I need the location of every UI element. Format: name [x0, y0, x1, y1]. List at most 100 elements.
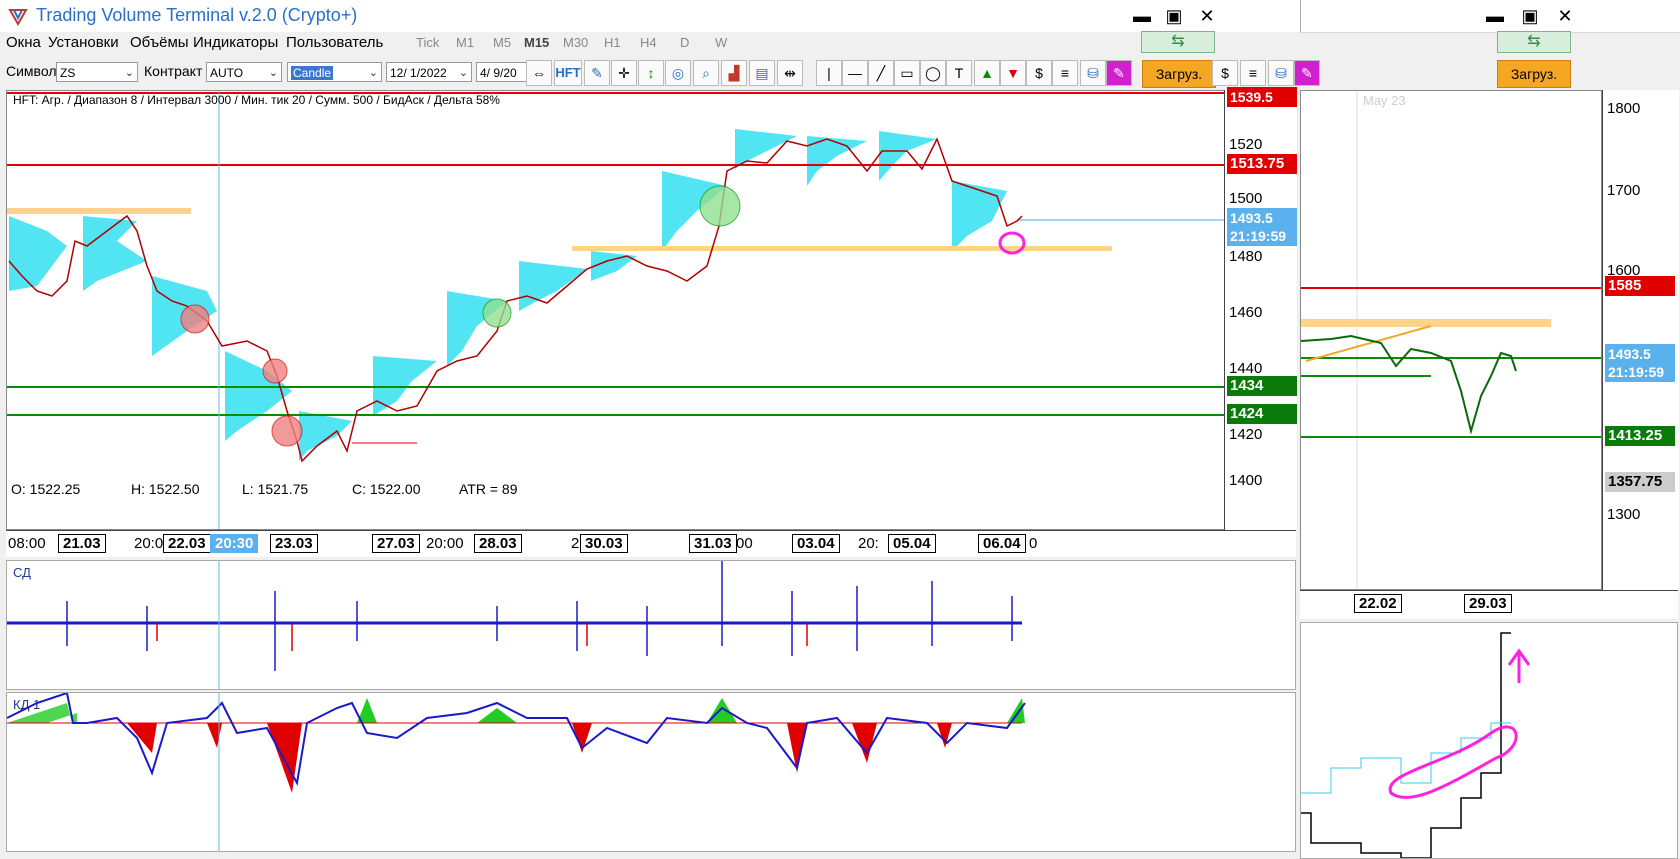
sync-button[interactable]: ⇆: [1141, 31, 1215, 53]
kd-canvas: [7, 693, 1026, 851]
price-badge-green1: 1434: [1227, 376, 1297, 396]
date-from-picker[interactable]: 12/ 1/2022 ⌄: [386, 62, 472, 82]
ellipse-icon[interactable]: ◯: [920, 60, 946, 86]
date-box: 06.04: [978, 534, 1026, 553]
text-icon[interactable]: T: [946, 60, 972, 86]
title-bar: Trading Volume Terminal v.2.0 (Crypto+) …: [0, 0, 1300, 33]
horizontal-line-icon[interactable]: —: [842, 60, 868, 86]
menu-windows[interactable]: Окна: [6, 34, 41, 51]
price-tick: 1480: [1229, 248, 1263, 265]
maximize-button[interactable]: ▣: [1160, 4, 1188, 28]
paint-icon[interactable]: ⛁: [1080, 60, 1106, 86]
scroll-icon[interactable]: ⇔: [526, 60, 552, 86]
contract-select[interactable]: AUTO ⌄: [206, 62, 282, 82]
right-sync-icon: ⇆: [1527, 33, 1541, 50]
price-tick: 1520: [1229, 136, 1263, 153]
right-maximize-button[interactable]: ▣: [1516, 4, 1544, 28]
rectangle-icon[interactable]: ▭: [894, 60, 920, 86]
right-price-tick: 1700: [1607, 182, 1641, 199]
volume-profiles: [9, 129, 1007, 461]
chevron-down-icon: ⌄: [268, 67, 278, 79]
hft-button[interactable]: HFT: [554, 60, 582, 86]
right-sync-button[interactable]: ⇆: [1497, 31, 1571, 53]
load-button[interactable]: Загруз.: [1142, 60, 1216, 88]
time-label: 2: [571, 535, 580, 552]
right-price-axis[interactable]: 1800 1700 1600 1585 1493.5 21:19:59 1500…: [1602, 90, 1679, 590]
menu-user[interactable]: Пользователь: [286, 34, 383, 51]
right-paint-icon[interactable]: ⛁: [1268, 60, 1294, 86]
bars-icon[interactable]: ▟: [721, 60, 747, 86]
vertical-line-icon[interactable]: |: [816, 60, 842, 86]
center-icon[interactable]: ◎: [665, 60, 691, 86]
right-price-tick: 1800: [1607, 100, 1641, 117]
main-chart[interactable]: HFT: Агр. / Диапазон 8 / Интервал 3000 /…: [6, 90, 1226, 530]
date-to-picker[interactable]: 4/ 9/20: [476, 62, 528, 82]
right-price-badge-green: 1413.25: [1605, 426, 1675, 446]
right-indicator-panel[interactable]: [1300, 622, 1678, 859]
right-brush-icon[interactable]: ✎: [1294, 60, 1320, 86]
chart-type-select[interactable]: Candle ⌄: [287, 62, 382, 82]
right-chart[interactable]: May 23: [1300, 90, 1602, 590]
window-title: Trading Volume Terminal v.2.0 (Crypto+): [36, 5, 358, 25]
date-box: 05.04: [888, 534, 936, 553]
time-axis[interactable]: 08:00 21.03 20:00 22.03 20:30 23.03 27.0…: [6, 530, 1296, 557]
price-badge-top: 1539.5: [1227, 87, 1297, 107]
tf-m5[interactable]: M5: [493, 35, 511, 50]
right-minimize-button[interactable]: ▬: [1481, 4, 1509, 28]
brush-icon[interactable]: ✎: [1106, 60, 1132, 86]
tf-m30[interactable]: M30: [563, 35, 588, 50]
price-tick: 1420: [1229, 426, 1263, 443]
right-fibonacci-icon[interactable]: ≡: [1240, 60, 1266, 86]
contract-value: AUTO: [210, 66, 244, 80]
volume-delta-icon[interactable]: ▤: [749, 60, 775, 86]
right-price-badge-red: 1585: [1605, 276, 1675, 296]
toolbar: Символ ZS ⌄ Контракт AUTO ⌄ Candle ⌄ 12/ 1/…: [0, 56, 1571, 88]
vertical-zoom-icon[interactable]: ↕: [638, 60, 664, 86]
chevron-down-icon: ⌄: [368, 67, 378, 79]
menu-volumes[interactable]: Объёмы: [130, 34, 189, 51]
cluster-delta-panel[interactable]: КД 1: [6, 692, 1296, 852]
tf-m15[interactable]: M15: [524, 35, 549, 50]
ohlc-atr: ATR = 89: [459, 481, 518, 497]
symbol-label: Символ: [6, 63, 57, 79]
pen-icon[interactable]: ✎: [584, 60, 610, 86]
ohlc-high: H: 1522.50: [131, 481, 200, 497]
symbol-select[interactable]: ZS ⌄: [56, 62, 138, 82]
crosshair-icon[interactable]: ✛: [611, 60, 637, 86]
arrow-down-icon[interactable]: ▼: [1000, 60, 1026, 86]
arrow-up-icon[interactable]: ▲: [974, 60, 1000, 86]
dollar-button[interactable]: $: [1026, 60, 1052, 86]
time-label: 08:00: [8, 535, 46, 552]
menu-settings[interactable]: Установки: [48, 34, 119, 51]
tf-d[interactable]: D: [680, 35, 689, 50]
fibonacci-icon[interactable]: ≡: [1052, 60, 1078, 86]
minimize-button[interactable]: ▬: [1128, 4, 1156, 28]
tf-tick[interactable]: Tick: [416, 35, 439, 50]
date-box: 22.03: [163, 534, 211, 553]
right-close-button[interactable]: ✕: [1551, 4, 1579, 28]
trend-line-icon[interactable]: ╱: [868, 60, 894, 86]
price-axis[interactable]: 1539.5 1520 1513.75 1500 1493.5 21:19:59…: [1224, 87, 1297, 530]
time-label: 20:00: [426, 535, 464, 552]
menu-indicators[interactable]: Индикаторы: [193, 34, 278, 51]
right-price-badge-grey: 1357.75: [1605, 472, 1675, 492]
buy-marker: [482, 298, 512, 328]
tf-w[interactable]: W: [715, 35, 727, 50]
chart-type-value: Candle: [291, 66, 334, 80]
tf-h4[interactable]: H4: [640, 35, 657, 50]
right-time-axis[interactable]: 22.02 29.03: [1300, 590, 1678, 619]
tf-m1[interactable]: M1: [456, 35, 474, 50]
right-price-tick: 1300: [1607, 506, 1641, 523]
right-dollar-button[interactable]: $: [1212, 60, 1238, 86]
cumulative-delta-panel[interactable]: СД: [6, 560, 1296, 690]
sell-marker: [262, 358, 288, 384]
close-button[interactable]: ✕: [1193, 4, 1221, 28]
time-label: 0: [1029, 535, 1038, 552]
fit-range-icon[interactable]: ⇹: [777, 60, 803, 86]
right-load-button[interactable]: Загруз.: [1497, 60, 1571, 88]
sell-marker: [271, 415, 303, 447]
tf-h1[interactable]: H1: [604, 35, 621, 50]
search-icon[interactable]: ⌕: [693, 60, 719, 86]
buy-marker: [699, 185, 741, 227]
zone-orange-right: [572, 246, 1112, 251]
